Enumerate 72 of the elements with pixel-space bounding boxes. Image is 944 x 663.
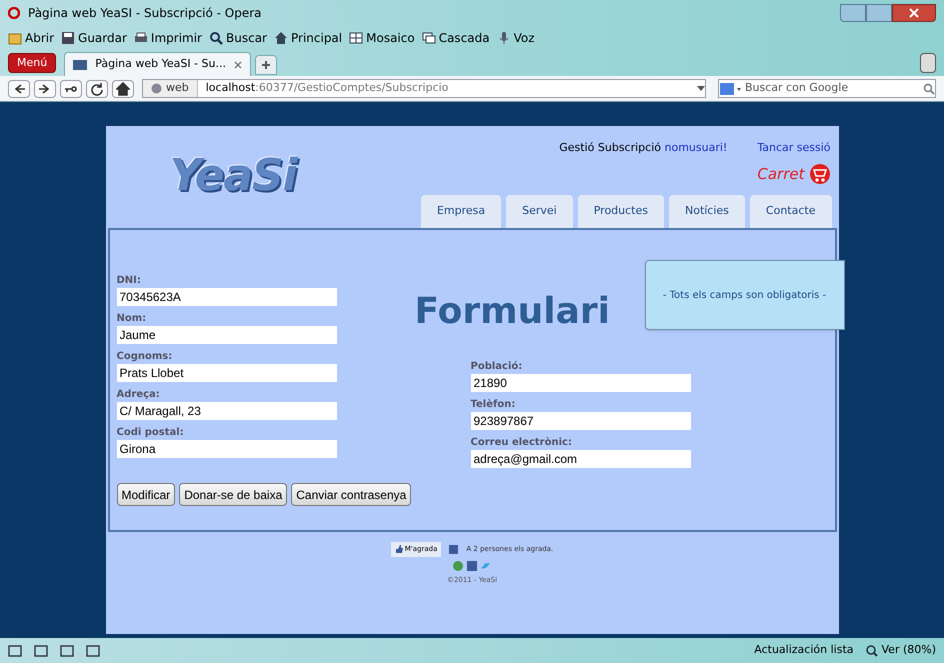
input-field[interactable]: adreça@gmail.com <box>470 450 690 468</box>
key-button[interactable] <box>60 80 82 98</box>
search-icon <box>923 82 935 94</box>
toolbar-button[interactable]: Guardar <box>61 29 127 47</box>
home-icon <box>116 82 130 96</box>
close-icon <box>909 8 919 18</box>
back-icon <box>12 82 26 96</box>
close-icon <box>234 60 242 68</box>
field-label: Codi postal: <box>116 426 185 440</box>
form-button[interactable]: Modificar <box>116 483 176 506</box>
greeting-text: Gestió Subscripció nomusuari! <box>559 140 728 156</box>
menu-button[interactable]: Menú <box>8 53 56 73</box>
toolbar-button[interactable]: Buscar <box>209 29 267 47</box>
zoom-icon <box>866 644 878 656</box>
printer-icon <box>134 31 148 45</box>
browser-tab[interactable]: Pàgina web YeaSI - Su... <box>64 52 251 76</box>
site-favicon-icon <box>73 60 88 70</box>
microphone-icon <box>496 31 511 45</box>
nav-tab[interactable]: Productes <box>578 195 664 228</box>
thumbs-up-icon <box>394 545 403 554</box>
home-button[interactable] <box>112 80 134 98</box>
search-icon <box>209 31 223 45</box>
field-label: DNI: <box>116 274 142 288</box>
field-label: Població: <box>470 360 524 374</box>
window-title: Pàgina web YeaSI - Subscripció - Opera <box>28 5 262 22</box>
back-button[interactable] <box>8 80 30 98</box>
nav-tab[interactable]: Servei <box>506 195 573 228</box>
input-field[interactable]: Girona <box>116 440 336 458</box>
form-title: Formulari <box>414 290 610 334</box>
windows-icon <box>422 31 436 45</box>
reload-icon <box>90 82 104 96</box>
input-field[interactable]: C/ Maragall, 23 <box>116 402 336 420</box>
search-field[interactable]: Buscar con Google <box>718 79 936 98</box>
trash-button[interactable] <box>920 53 936 73</box>
input-field[interactable]: 70345623A <box>116 288 336 306</box>
input-field[interactable]: Jaume <box>116 326 336 344</box>
forward-icon <box>38 82 52 96</box>
toolbar-button[interactable]: Cascada <box>422 29 490 47</box>
zoom-button[interactable]: Ver (80%) <box>866 642 936 659</box>
folder-icon <box>8 31 22 45</box>
search-engine-icon <box>719 82 741 96</box>
plus-icon <box>260 60 271 70</box>
nav-tab[interactable]: Contacte <box>750 195 832 228</box>
toolbar-button[interactable]: Principal <box>274 29 342 47</box>
reload-button[interactable] <box>86 80 108 98</box>
nav-tab[interactable]: Notícies <box>668 195 745 228</box>
input-field[interactable]: 21890 <box>470 374 690 392</box>
cart-icon <box>808 163 830 186</box>
form-button[interactable]: Donar-se de baixa <box>179 483 288 506</box>
home-icon <box>274 31 288 45</box>
new-tab-button[interactable] <box>254 55 277 75</box>
opera-logo-icon <box>8 7 20 19</box>
logout-link[interactable]: Tancar sessió <box>757 140 830 156</box>
close-button[interactable] <box>892 4 936 22</box>
grid-icon <box>349 31 364 45</box>
status-text: Actualización lista <box>754 642 854 658</box>
required-notice: - Tots els camps son obligatoris - <box>644 260 844 330</box>
field-label: Correu electrònic: <box>470 436 573 450</box>
forward-button[interactable] <box>34 80 56 98</box>
form-button[interactable]: Canviar contrasenya <box>291 483 412 506</box>
toolbar-button[interactable]: Mosaico <box>349 29 415 47</box>
toolbar-button[interactable]: Imprimir <box>134 29 202 47</box>
field-label: Adreça: <box>116 388 161 402</box>
site-logo: YeaSi <box>170 154 296 198</box>
input-field[interactable]: 923897867 <box>470 412 690 430</box>
nav-tab[interactable]: Empresa <box>420 195 502 228</box>
field-label: Telèfon: <box>470 398 516 412</box>
toolbar-button[interactable]: Voz <box>496 29 535 47</box>
toolbar-button[interactable]: Abrir <box>8 29 54 47</box>
input-field[interactable]: Prats Llobet <box>116 364 336 382</box>
field-label: Cognoms: <box>116 350 174 364</box>
field-label: Nom: <box>116 312 148 326</box>
